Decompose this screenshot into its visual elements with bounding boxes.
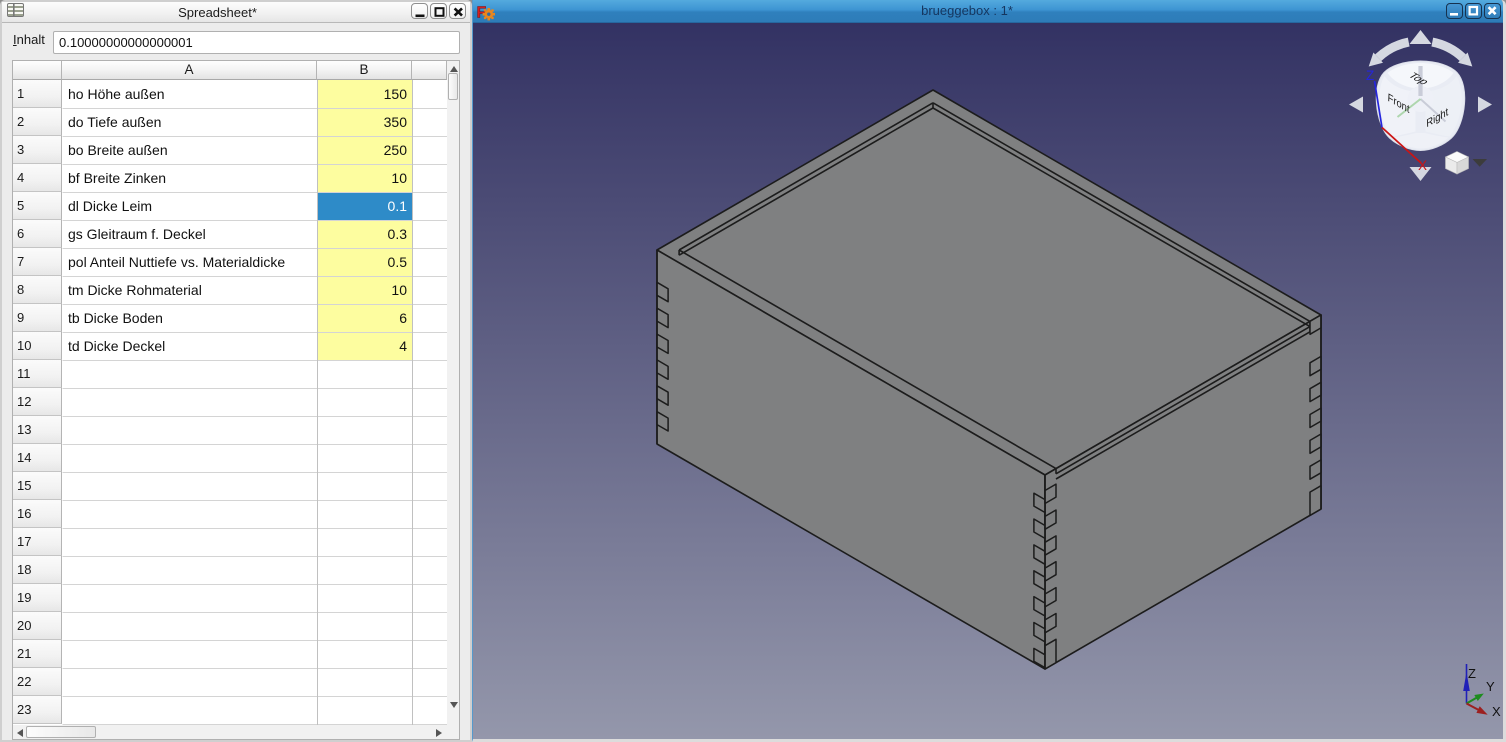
svg-text:Y: Y <box>1486 679 1495 694</box>
svg-text:X: X <box>1492 704 1501 719</box>
svg-text:Z: Z <box>1366 68 1374 83</box>
svg-text:X: X <box>1418 158 1427 173</box>
svg-text:Z: Z <box>1468 666 1476 681</box>
